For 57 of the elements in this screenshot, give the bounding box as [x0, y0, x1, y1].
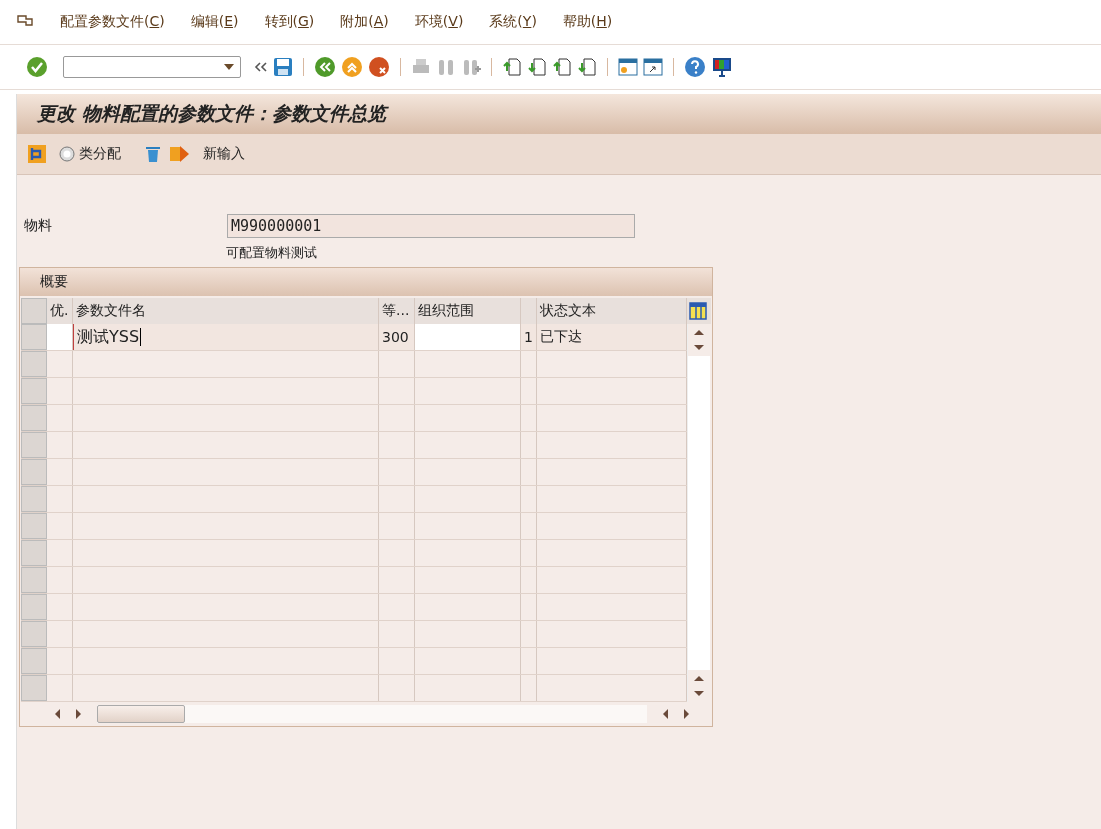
page-arrow-icon[interactable]	[577, 57, 597, 77]
input-field[interactable]: 测试YSS	[77, 326, 140, 348]
hierarchy-icon[interactable]	[27, 144, 47, 164]
column-header[interactable]: 等...	[382, 302, 410, 320]
command-field[interactable]	[63, 56, 241, 78]
move-icon[interactable]	[169, 144, 191, 164]
menu-item[interactable]: 帮助(H)	[562, 13, 613, 31]
exit-icon[interactable]	[341, 56, 363, 78]
scroll-thumb[interactable]	[97, 705, 185, 723]
scroll-right-icon[interactable]	[76, 709, 81, 719]
scroll-up-icon[interactable]	[694, 676, 704, 681]
page-arrow-icon[interactable]	[527, 57, 547, 77]
class-assignment-button[interactable]: 类分配	[53, 145, 127, 163]
table-settings-icon[interactable]	[689, 302, 707, 320]
menu-item[interactable]: 编辑(E)	[190, 13, 239, 31]
save-icon[interactable]	[273, 57, 293, 77]
monitor-icon[interactable]	[711, 56, 733, 78]
check-icon[interactable]	[26, 56, 48, 78]
double-chevron-icon[interactable]	[254, 61, 268, 73]
menu-item[interactable]: 转到(G)	[264, 13, 315, 31]
column-header[interactable]: 状态文本	[540, 302, 596, 320]
scroll-left-icon[interactable]	[663, 709, 668, 719]
input-field[interactable]	[47, 324, 73, 350]
scroll-left-icon[interactable]	[55, 709, 60, 719]
vertical-scrollbar[interactable]	[687, 324, 710, 702]
new-window-icon[interactable]	[618, 57, 638, 77]
scroll-down-icon[interactable]	[694, 345, 704, 350]
input-field[interactable]	[415, 324, 520, 350]
screen-title: 更改 物料配置的参数文件：参数文件总览	[17, 94, 1101, 134]
table-cell: 300	[382, 329, 409, 345]
column-header[interactable]: 参数文件名	[76, 302, 146, 320]
shortcut-window-icon[interactable]	[643, 57, 663, 77]
help-icon[interactable]	[684, 56, 706, 78]
scroll-right-icon[interactable]	[684, 709, 689, 719]
page-arrow-icon[interactable]	[552, 57, 572, 77]
material-description: 可配置物料测试	[225, 244, 318, 262]
table-cell: 1	[524, 329, 533, 345]
scroll-up-icon[interactable]	[694, 330, 704, 335]
menu-item[interactable]: 环境(V)	[414, 13, 464, 31]
table-title: 概要	[20, 268, 712, 296]
radio-icon	[59, 146, 75, 162]
menu-item[interactable]: 附加(A)	[340, 13, 389, 31]
material-field[interactable]: M990000001	[227, 214, 635, 238]
menu-item[interactable]: 系统(Y)	[489, 13, 537, 31]
new-entries-button[interactable]: 新输入	[197, 145, 251, 163]
caret-icon[interactable]	[224, 64, 234, 70]
trash-icon[interactable]	[143, 144, 163, 164]
material-label: 物料	[23, 217, 53, 235]
column-header[interactable]: 优.	[50, 302, 69, 320]
horizontal-scrollbar[interactable]	[97, 705, 647, 723]
back-icon[interactable]	[314, 56, 336, 78]
table-cell: 已下达	[540, 328, 582, 346]
menu-item[interactable]: 配置参数文件(C)	[60, 13, 165, 31]
cancel-icon[interactable]	[368, 56, 390, 78]
scroll-down-icon[interactable]	[694, 691, 704, 696]
column-header[interactable]: 组织范围	[418, 302, 474, 320]
page-arrow-icon[interactable]	[502, 57, 522, 77]
